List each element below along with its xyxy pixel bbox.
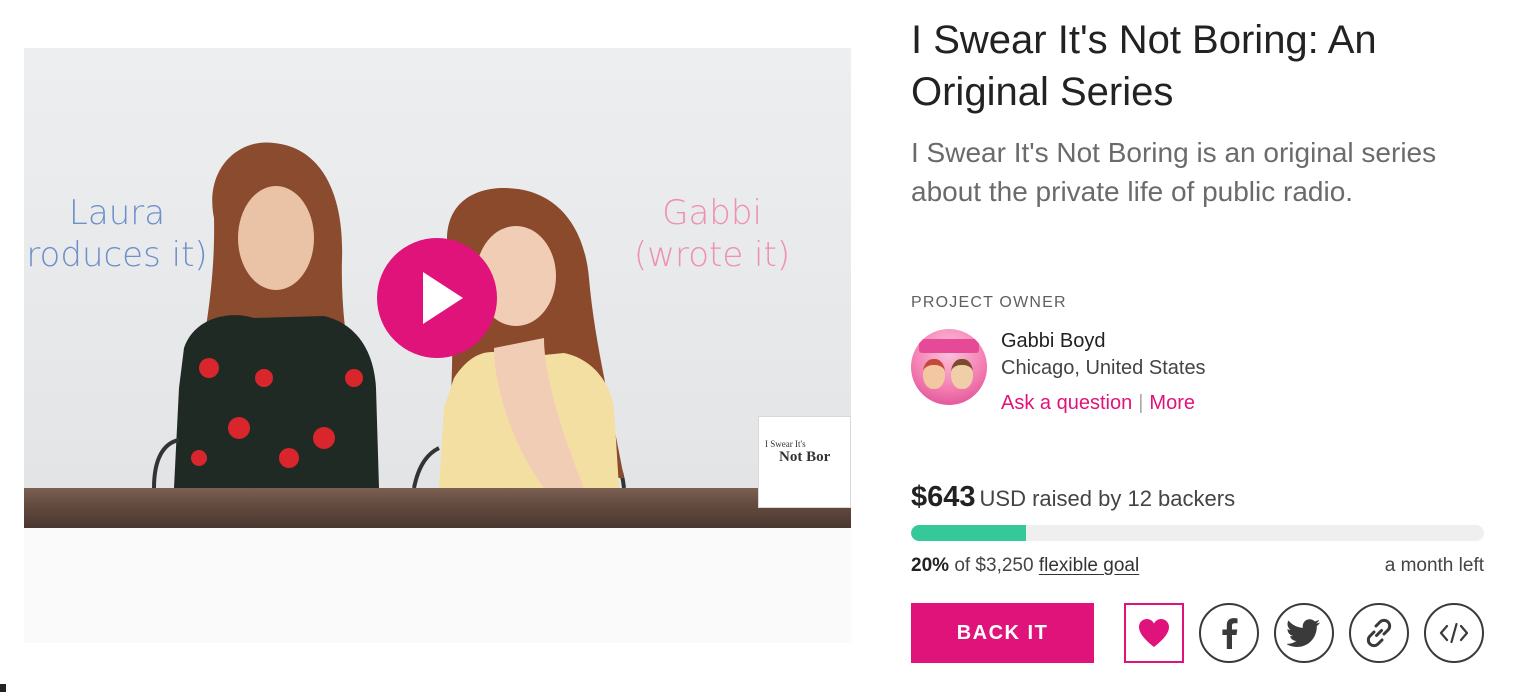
embed-icon	[1439, 622, 1469, 644]
funding-summary: $643 USD raised by 12 backers	[911, 481, 1235, 514]
page-edge-mark	[0, 684, 6, 692]
project-owner-heading: PROJECT OWNER	[911, 294, 1067, 311]
raised-amount: $643	[911, 481, 976, 513]
funding-progress-bar	[911, 525, 1484, 541]
project-blurb: I Swear It's Not Boring is an original s…	[911, 137, 1437, 207]
time-left: a month left	[1384, 555, 1484, 576]
owner-name: Gabbi Boyd	[1001, 330, 1106, 352]
twitter-share-button[interactable]	[1274, 603, 1334, 663]
link-icon	[1366, 618, 1392, 648]
ask-question-link[interactable]: Ask a question	[1001, 392, 1132, 414]
goal-amount: of $3,250	[954, 555, 1034, 576]
video-caption-right: Gabbi (wrote it)	[612, 192, 812, 276]
project-title: I Swear It's Not Boring: An Original Ser…	[911, 18, 1377, 114]
name-card-line2: Not Bor	[779, 449, 831, 465]
twitter-icon	[1287, 619, 1320, 647]
owner-location: Chicago, United States	[1001, 357, 1206, 379]
favorite-button[interactable]	[1124, 603, 1184, 663]
heart-icon	[1139, 619, 1169, 647]
more-link[interactable]: More	[1149, 392, 1195, 414]
video-caption-left-line1: Laura	[68, 193, 166, 233]
person-left-face	[238, 186, 314, 290]
owner-avatar[interactable]	[911, 329, 987, 405]
goal-text: 20% of $3,250 flexible goal	[911, 555, 1139, 577]
facebook-icon	[1222, 618, 1238, 649]
video-caption-right-line2: (wrote it)	[633, 235, 791, 275]
owner-links: Ask a question | More	[1001, 392, 1195, 415]
video-caption-right-line1: Gabbi	[662, 193, 762, 233]
funding-progress-fill	[911, 525, 1026, 541]
embed-button[interactable]	[1424, 603, 1484, 663]
video-caption-left-line2: roduces it)	[26, 235, 208, 275]
video-name-card: I Swear It's Not Bor	[758, 416, 851, 508]
goal-percent: 20%	[911, 555, 950, 576]
back-it-button[interactable]: BACK IT	[911, 603, 1094, 663]
name-card-line1: I Swear It's	[765, 439, 806, 449]
flexible-goal-link[interactable]: flexible goal	[1039, 555, 1139, 576]
video-caption-left: Laura roduces it)	[24, 192, 232, 276]
video-table	[24, 488, 851, 528]
facebook-share-button[interactable]	[1199, 603, 1259, 663]
video-player[interactable]: Laura roduces it) Gabbi (wrote it) I Swe…	[24, 48, 851, 643]
link-separator: |	[1138, 392, 1144, 414]
play-button[interactable]	[377, 238, 497, 358]
copy-link-button[interactable]	[1349, 603, 1409, 663]
raised-summary: USD raised by 12 backers	[979, 486, 1236, 511]
